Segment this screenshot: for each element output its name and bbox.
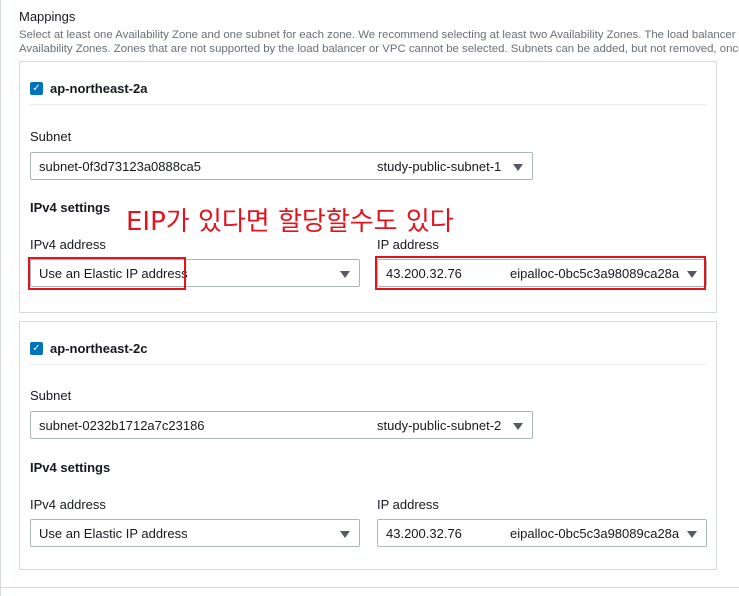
eip-allocation-id: eipalloc-0bc5c3a98089ca28a: [510, 526, 680, 541]
ipv4-settings-label: IPv4 settings: [30, 460, 111, 475]
ipv4-address-label: IPv4 address: [30, 497, 106, 512]
description-line-2: Availability Zones. Zones that are not s…: [19, 43, 739, 55]
caret-down-icon: [340, 531, 350, 538]
section-title: Mappings: [19, 9, 76, 24]
zone-header: ✓ ap-northeast-2c: [30, 339, 148, 357]
subnet-id: subnet-0232b1712a7c23186: [39, 418, 205, 433]
ip-address-select[interactable]: 43.200.32.76 eipalloc-0bc5c3a98089ca28a: [377, 519, 707, 547]
subnet-id: subnet-0f3d73123a0888ca5: [39, 159, 201, 174]
caret-down-icon: [687, 531, 697, 538]
caret-down-icon: [340, 271, 350, 278]
zone-card-ap-northeast-2c: ✓ ap-northeast-2c Subnet subnet-0232b171…: [19, 321, 717, 570]
page-bottom-border: [0, 587, 739, 588]
annotation-box-ip: [375, 256, 706, 290]
subnet-label: Subnet: [30, 129, 72, 144]
caret-down-icon: [513, 164, 523, 171]
checkmark-icon: ✓: [32, 82, 41, 94]
checkmark-icon: ✓: [32, 342, 41, 354]
zone-checkbox[interactable]: ✓: [30, 341, 43, 355]
annotation-text: EIP가 있다면 할당할수도 있다: [126, 207, 454, 237]
zone-divider: [30, 104, 706, 105]
ipv4-address-value: Use an Elastic IP address: [39, 526, 188, 541]
ip-address-label: IP address: [377, 237, 439, 252]
ip-address-value: 43.200.32.76: [386, 526, 462, 541]
ipv4-address-label: IPv4 address: [30, 237, 106, 252]
page-left-border: [0, 0, 1, 596]
ip-address-label: IP address: [377, 497, 439, 512]
ipv4-address-select[interactable]: Use an Elastic IP address: [30, 519, 360, 547]
subnet-label: Subnet: [30, 388, 72, 403]
subnet-select[interactable]: subnet-0f3d73123a0888ca5 study-public-su…: [30, 152, 533, 180]
subnet-name: study-public-subnet-1: [377, 159, 502, 174]
caret-down-icon: [513, 423, 523, 430]
zone-divider: [30, 364, 706, 365]
zone-name: ap-northeast-2a: [50, 80, 148, 96]
subnet-name: study-public-subnet-2: [377, 418, 502, 433]
zone-header: ✓ ap-northeast-2a: [30, 79, 148, 97]
subnet-select[interactable]: subnet-0232b1712a7c23186 study-public-su…: [30, 411, 533, 439]
zone-checkbox[interactable]: ✓: [30, 81, 43, 95]
section-description: Select at least one Availability Zone an…: [19, 28, 739, 56]
annotation-box-ipv4: [28, 257, 186, 290]
zone-name: ap-northeast-2c: [50, 340, 148, 356]
description-line-1: Select at least one Availability Zone an…: [19, 29, 739, 41]
ipv4-settings-label: IPv4 settings: [30, 200, 111, 215]
